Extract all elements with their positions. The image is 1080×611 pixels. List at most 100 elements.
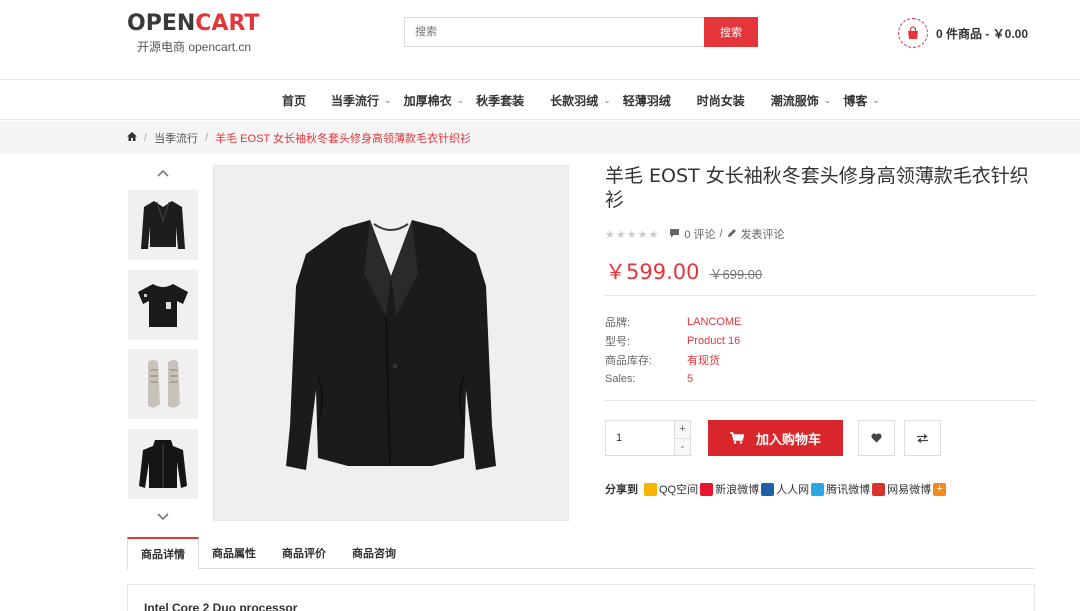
nav-item-label: 潮流服饰 [770, 94, 819, 108]
spec-brand: 品牌: LANCOME [605, 315, 742, 329]
breadcrumb-bar: / 当季流行 / 羊毛 EOST 女长袖秋冬套头修身高领薄款毛衣针织衫 [0, 121, 1080, 154]
share-label: 分享到 [605, 484, 638, 496]
wishlist-button[interactable] [858, 420, 895, 456]
nav-item-8[interactable]: 博客 ⌄ [843, 92, 880, 109]
search-bar: 搜索 [404, 17, 758, 47]
chevron-down-icon: ⌄ [603, 95, 611, 105]
write-review-link[interactable]: 发表评论 [741, 226, 785, 242]
product-old-price: ￥699.00 [709, 267, 763, 282]
product-title: 羊毛 EOST 女长袖秋冬套头修身高领薄款毛衣针织衫 [605, 165, 1029, 211]
nav-item-label: 时尚女装 [696, 94, 745, 108]
add-to-cart-button[interactable]: 加入购物车 [708, 420, 843, 456]
divider [605, 295, 1035, 296]
nav-item-label: 首页 [282, 94, 307, 108]
main-nav: 首页 当季流行 ⌄ 加厚棉衣 ⌄ 秋季套装 长款羽绒 ⌄ 轻薄羽绒 时尚女装 潮流服饰 ⌄ 博客 ⌄ [0, 81, 1080, 120]
share-item-2[interactable]: 人人网 [761, 481, 809, 497]
rating-row: ★★★★★ 0 评论 / 发表评论 [605, 227, 785, 241]
shopping-bag-icon [898, 18, 928, 48]
breadcrumb: / 当季流行 / 羊毛 EOST 女长袖秋冬套头修身高领薄款毛衣针织衫 [127, 121, 471, 154]
share-item-0[interactable]: QQ空间 [644, 481, 698, 497]
product-tabs: 商品详情 商品属性 商品评价 商品咨询 [127, 537, 1035, 570]
share-item-label: 人人网 [776, 484, 810, 496]
nav-item-label: 博客 [843, 94, 868, 108]
cart-summary[interactable]: 0 件商品 - ￥0.00 [898, 18, 1028, 48]
tab-0[interactable]: 商品详情 [127, 537, 199, 570]
share-service-icon [872, 482, 886, 496]
nav-item-label: 轻薄羽绒 [622, 94, 671, 108]
chevron-down-icon: ⌄ [823, 95, 832, 105]
quantity-buttons: + - [674, 421, 690, 455]
rating-separator: / [719, 228, 723, 240]
chevron-down-icon[interactable] [150, 509, 176, 523]
thumbnail-sneakers[interactable] [128, 349, 198, 419]
divider [605, 400, 1035, 401]
quantity-decrease-button[interactable]: - [675, 438, 690, 455]
thumbnail-blazer[interactable] [128, 190, 198, 260]
thumbnail-tshirt[interactable] [128, 270, 198, 340]
nav-item-6[interactable]: 时尚女装 [697, 92, 745, 109]
share-item-label: 新浪微博 [715, 484, 760, 496]
share-service-icon [644, 482, 657, 496]
breadcrumb-current[interactable]: 羊毛 EOST 女长袖秋冬套头修身高领薄款毛衣针织衫 [215, 130, 471, 146]
search-input[interactable] [404, 17, 704, 47]
nav-items: 首页 当季流行 ⌄ 加厚棉衣 ⌄ 秋季套装 长款羽绒 ⌄ 轻薄羽绒 时尚女装 潮流服饰 ⌄ 博客 ⌄ [282, 81, 892, 120]
home-icon[interactable] [127, 131, 137, 144]
share-more-icon[interactable]: + [933, 482, 947, 496]
nav-item-7[interactable]: 潮流服饰 ⌄ [771, 92, 832, 109]
share-service-icon [761, 482, 775, 496]
quantity-input[interactable] [606, 421, 674, 455]
breadcrumb-separator: / [205, 131, 209, 144]
add-to-cart-label: 加入购物车 [755, 431, 821, 447]
product-specs: 品牌: LANCOME 型号: Product 16 商品库存: 有现货 Sal… [605, 312, 741, 388]
spec-stock: 商品库存: 有现货 [605, 354, 720, 367]
compare-button[interactable] [904, 420, 941, 456]
nav-item-3[interactable]: 秋季套装 [476, 92, 524, 109]
thumbnail-zip-jacket[interactable] [128, 429, 198, 499]
nav-item-1[interactable]: 当季流行 ⌄ [331, 92, 392, 109]
logo-wordmark: OPENCART [127, 11, 260, 36]
product-price: ￥599.00 [605, 260, 700, 284]
tab-3[interactable]: 商品咨询 [339, 537, 409, 569]
nav-item-label: 秋季套装 [476, 94, 525, 108]
chevron-down-icon: ⌄ [872, 95, 880, 105]
tab-1[interactable]: 商品属性 [199, 537, 269, 569]
site-header: OPENCART 开源电商 opencart.cn 搜索 0 件商品 - ￥0.… [0, 0, 1080, 80]
nav-item-0[interactable]: 首页 [282, 92, 306, 109]
quantity-stepper: + - [605, 420, 691, 456]
reviews-link[interactable]: 0 评论 [684, 226, 715, 242]
share-item-label: 网易微博 [887, 484, 932, 496]
breadcrumb-separator: / [144, 131, 148, 144]
quantity-increase-button[interactable]: + [675, 421, 690, 439]
nav-item-label: 当季流行 [331, 94, 380, 108]
tab-content-text: Intel Core 2 Duo processor [144, 601, 298, 611]
chevron-down-icon: ⌄ [456, 95, 465, 105]
share-item-3[interactable]: 腾讯微博 [811, 481, 870, 497]
logo-subtitle: 开源电商 opencart.cn [137, 40, 252, 54]
main-product-image[interactable] [213, 165, 569, 521]
nav-item-4[interactable]: 长款羽绒 ⌄ [550, 92, 611, 109]
price-row: ￥599.00 ￥699.00 [605, 256, 762, 286]
cart-total: 0 件商品 - ￥0.00 [936, 26, 1029, 41]
share-item-label: QQ空间 [659, 484, 699, 496]
share-bar: 分享到 QQ空间 新浪微博 人人网 腾讯微博 网易微博 + [605, 481, 948, 497]
heart-icon [871, 431, 882, 446]
comment-icon [669, 228, 680, 241]
share-item-1[interactable]: 新浪微博 [700, 481, 759, 497]
search-button[interactable]: 搜索 [704, 17, 758, 47]
site-logo[interactable]: OPENCART 开源电商 opencart.cn [127, 12, 267, 56]
share-item-4[interactable]: 网易微博 [872, 481, 931, 497]
share-service-icon [811, 482, 825, 496]
exchange-icon [917, 431, 928, 446]
star-rating: ★★★★★ [605, 228, 660, 241]
nav-item-5[interactable]: 轻薄羽绒 [623, 92, 671, 109]
nav-item-label: 长款羽绒 [550, 94, 599, 108]
tab-2[interactable]: 商品评价 [269, 537, 339, 569]
chevron-down-icon: ⌄ [384, 95, 392, 105]
cart-icon [729, 432, 744, 444]
nav-item-2[interactable]: 加厚棉衣 ⌄ [404, 92, 465, 109]
share-item-label: 腾讯微博 [826, 484, 871, 496]
breadcrumb-category[interactable]: 当季流行 [154, 130, 198, 146]
chevron-up-icon[interactable] [150, 165, 176, 179]
share-service-icon [700, 482, 714, 496]
nav-item-label: 加厚棉衣 [403, 94, 452, 108]
